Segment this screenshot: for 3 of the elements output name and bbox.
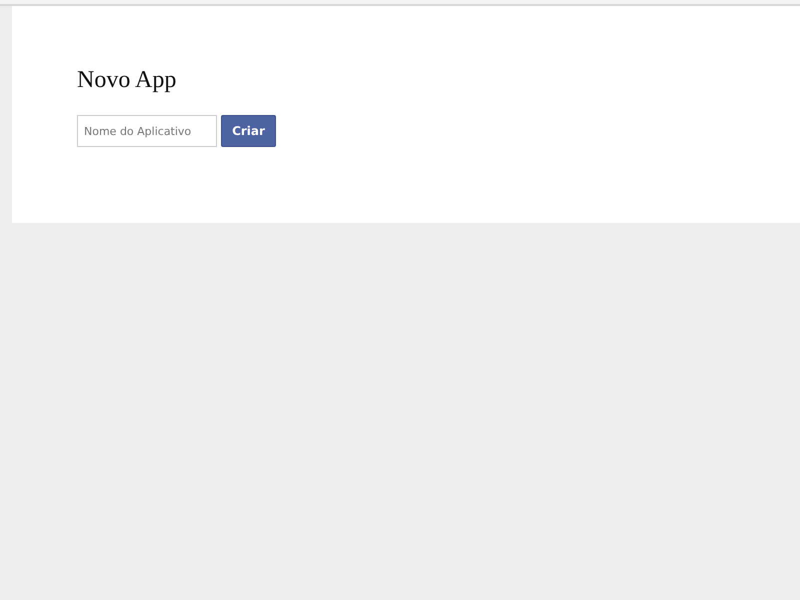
page-title: Novo App <box>77 66 178 95</box>
create-button[interactable]: Criar <box>221 115 276 147</box>
app-name-field[interactable]: Nome do Aplicativo <box>77 115 217 147</box>
